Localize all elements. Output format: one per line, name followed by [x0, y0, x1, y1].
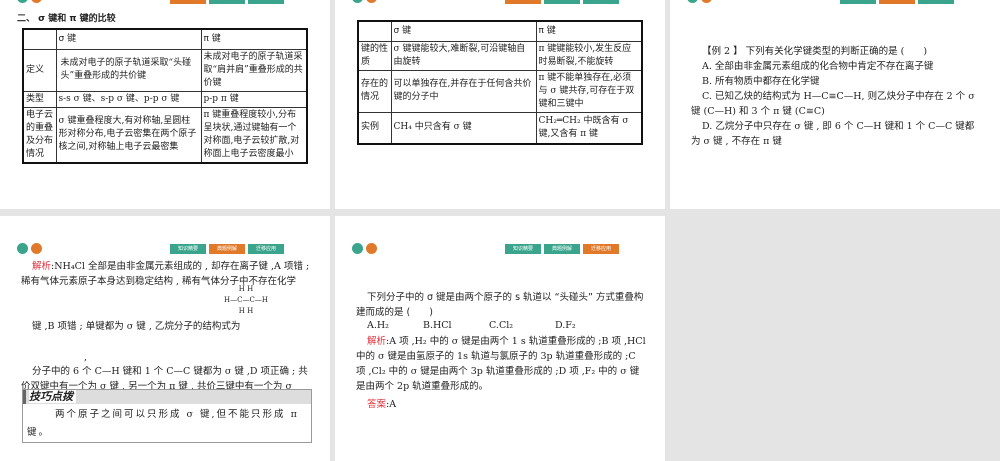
option-b[interactable]: B.HCl [423, 320, 489, 331]
slide-2[interactable]: σ 键π 键 键的性质 σ 键键能较大,难断裂,可沿键轴自由旋转 π 键键能较小,发… [335, 0, 665, 209]
tab-practice[interactable] [918, 0, 954, 4]
question-text: 【例 2 】 下列有关化学键类型的判断正确的是 ( ) [702, 46, 928, 57]
option-d[interactable]: D.F₂ [555, 320, 576, 331]
tab-examples[interactable]: 典题例解 [544, 244, 580, 254]
tab-examples[interactable] [209, 0, 245, 4]
slide-5[interactable]: 知识精要 典题例解 迁移应用 下列分子中的 σ 键是由两个原子的 s 轨道以 “… [335, 216, 665, 461]
dot-icon [31, 0, 42, 3]
analysis-body: :A 项 ,H₂ 中的 σ 键是由两个 1 s 轨道重叠形成的 ;B 项 ,HC… [356, 336, 646, 392]
structure-top: H H [238, 285, 254, 293]
analysis-line: 分子中的 6 个 C—H 键和 1 个 C—C 键都为 σ 键 ,D 项正确 ;… [21, 366, 308, 390]
analysis-label: 解析 [367, 336, 387, 347]
dot-icon [352, 243, 363, 254]
section-title: 二、 σ 键和 π 键的比较 [17, 14, 116, 24]
tab-examples[interactable]: 典题例解 [209, 244, 245, 254]
answer: 答案:A [367, 397, 396, 412]
slide-4[interactable]: 知识精要 典题例解 迁移应用 解析:NH₄Cl 全部是由非金属元素组成的 , 却… [0, 216, 330, 461]
example-question: 【例 2 】 下列有关化学键类型的判断正确的是 ( ) A. 全部由非金属元素组… [691, 44, 981, 149]
slide-3[interactable]: 【例 2 】 下列有关化学键类型的判断正确的是 ( ) A. 全部由非金属元素组… [670, 0, 1000, 209]
tip-text: 两个原子之间可以只形成 σ 键,但不能只形成 π 键。 [27, 409, 299, 438]
tab-knowledge[interactable] [840, 0, 876, 4]
tab-practice[interactable]: 迁移应用 [248, 244, 284, 254]
options-row: A.H₂ B.HCl C.Cl₂ D.F₂ [367, 320, 576, 331]
dot-icon [366, 0, 377, 3]
tab-practice[interactable]: 迁移应用 [583, 244, 619, 254]
dot-icon [701, 0, 712, 3]
slide-1[interactable]: 二、 σ 键和 π 键的比较 σ 键π 键 定义 未成对电子的原子轨道采取“头碰头… [0, 0, 330, 209]
tab-knowledge[interactable]: 知识精要 [170, 244, 206, 254]
dot-icon [17, 0, 28, 3]
tab-knowledge[interactable]: 知识精要 [505, 244, 541, 254]
tip-box: 技巧点拨 两个原子之间可以只形成 σ 键,但不能只形成 π 键。 [22, 389, 312, 443]
option-c[interactable]: C.Cl₂ [489, 320, 555, 331]
comparison-table: σ 键π 键 定义 未成对电子的原子轨道采取“头碰头”重叠形成的共价键 未成对电子的… [22, 28, 308, 164]
tab-examples[interactable] [544, 0, 580, 4]
analysis-text: 解析:A 项 ,H₂ 中的 σ 键是由两个 1 s 轨道重叠形成的 ;B 项 ,… [356, 334, 646, 394]
option-b: B. 所有物质中都存在化学键 [702, 76, 820, 87]
dot-icon [31, 243, 42, 254]
dot-icon [17, 243, 28, 254]
tab-practice[interactable] [583, 0, 619, 4]
answer-label: 答案 [367, 399, 387, 410]
dot-icon [352, 0, 363, 3]
option-a[interactable]: A.H₂ [367, 320, 423, 331]
tab-examples[interactable] [879, 0, 915, 4]
dot-icon [687, 0, 698, 3]
structure-bot: H H [238, 307, 254, 315]
tab-practice[interactable] [248, 0, 284, 4]
option-a: A. 全部由非金属元素组成的化合物中肯定不存在离子键 [702, 61, 934, 72]
dot-icon [366, 243, 377, 254]
comparison-table-continued: σ 键π 键 键的性质 σ 键键能较大,难断裂,可沿键轴自由旋转 π 键键能较小,发… [357, 20, 643, 145]
tab-knowledge[interactable] [505, 0, 541, 4]
structure-mid: H—C—C—H [224, 296, 268, 304]
practice-question: 下列分子中的 σ 键是由两个原子的 s 轨道以 “头碰头” 方式重叠构建而成的是… [356, 292, 644, 318]
option-c: C. 已知乙炔的结构式为 H—C≡C—H, 则乙炔分子中存在 2 个 σ 键 (… [691, 91, 975, 117]
option-d: D. 乙烷分子中只存在 σ 键 , 即 6 个 C—H 键和 1 个 C—C 键… [691, 121, 975, 147]
tab-knowledge[interactable] [170, 0, 206, 4]
analysis-line: 键 ,B 项错 ; 单键都为 σ 键 , 乙烷分子的结构式为 [32, 321, 241, 332]
ethane-structure: H H H—C—C—H H H [224, 284, 268, 317]
analysis-comma: , [84, 352, 88, 363]
tip-title: 技巧点拨 [29, 390, 76, 403]
answer-value: :A [386, 399, 397, 410]
analysis-label: 解析 [32, 261, 52, 272]
